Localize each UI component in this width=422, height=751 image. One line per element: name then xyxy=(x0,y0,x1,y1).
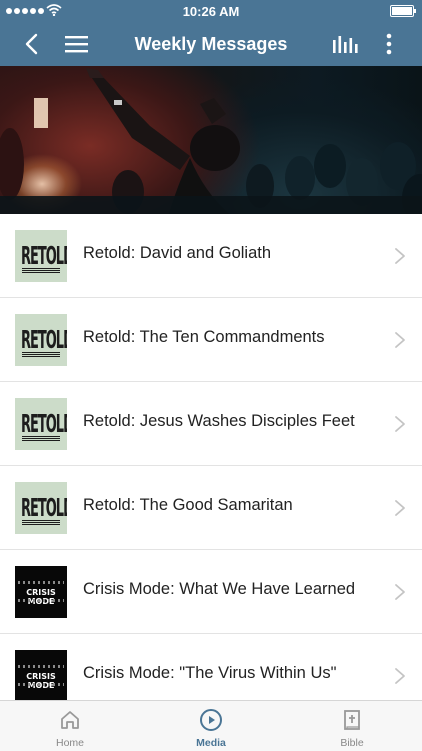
status-bar: 10:26 AM xyxy=(0,0,422,22)
play-circle-icon xyxy=(200,709,222,731)
status-time: 10:26 AM xyxy=(182,4,240,19)
chevron-right-icon xyxy=(395,332,405,348)
tab-home[interactable]: Home xyxy=(10,701,130,751)
list-item[interactable]: RETOLD Retold: The Good Samaritan xyxy=(0,466,422,550)
audio-levels-icon[interactable] xyxy=(330,30,358,58)
list-item[interactable]: RETOLD Retold: David and Goliath xyxy=(0,214,422,298)
tab-bible[interactable]: Bible xyxy=(292,701,412,751)
message-list: RETOLD Retold: David and Goliath RETOLD … xyxy=(0,214,422,700)
tab-label: Home xyxy=(55,737,84,749)
list-item[interactable]: RETOLD Retold: The Ten Commandments xyxy=(0,298,422,382)
page-title: Weekly Messages xyxy=(134,34,288,54)
message-thumbnail: RETOLD xyxy=(15,230,67,282)
chevron-right-icon xyxy=(395,584,405,600)
tab-bar: Home Media Bible xyxy=(0,700,422,751)
message-thumbnail: RETOLD xyxy=(15,398,67,450)
battery-icon xyxy=(390,5,416,17)
hero-image xyxy=(0,66,422,214)
message-thumbnail: RETOLD xyxy=(15,314,67,366)
chevron-right-icon xyxy=(395,416,405,432)
message-thumbnail: RETOLD xyxy=(15,482,67,534)
chevron-right-icon xyxy=(395,668,405,684)
message-title: Retold: Jesus Washes Disciples Feet xyxy=(83,412,355,430)
message-title: Crisis Mode: What We Have Learned xyxy=(83,580,356,598)
list-item[interactable]: CRISIS MODE Crisis Mode: What We Have Le… xyxy=(0,550,422,634)
message-title: Retold: David and Goliath xyxy=(83,244,272,262)
message-thumbnail: CRISIS MODE xyxy=(15,650,67,700)
tab-media[interactable]: Media xyxy=(151,701,271,751)
chevron-right-icon xyxy=(395,500,405,516)
message-thumbnail: CRISIS MODE xyxy=(15,566,67,618)
tab-label: Bible xyxy=(340,737,364,749)
message-title: Retold: The Good Samaritan xyxy=(83,496,293,514)
home-icon xyxy=(61,711,79,729)
nav-bar: Weekly Messages xyxy=(0,22,422,66)
chevron-right-icon xyxy=(395,248,405,264)
more-options-icon[interactable] xyxy=(378,30,400,58)
message-title: Crisis Mode: "The Virus Within Us" xyxy=(83,664,337,682)
list-item[interactable]: CRISIS MODE Crisis Mode: "The Virus With… xyxy=(0,634,422,700)
message-title: Retold: The Ten Commandments xyxy=(83,328,325,346)
list-item[interactable]: RETOLD Retold: Jesus Washes Disciples Fe… xyxy=(0,382,422,466)
worship-crowd-illustration xyxy=(0,68,422,214)
tab-label: Media xyxy=(196,737,226,749)
bible-icon xyxy=(344,710,360,730)
